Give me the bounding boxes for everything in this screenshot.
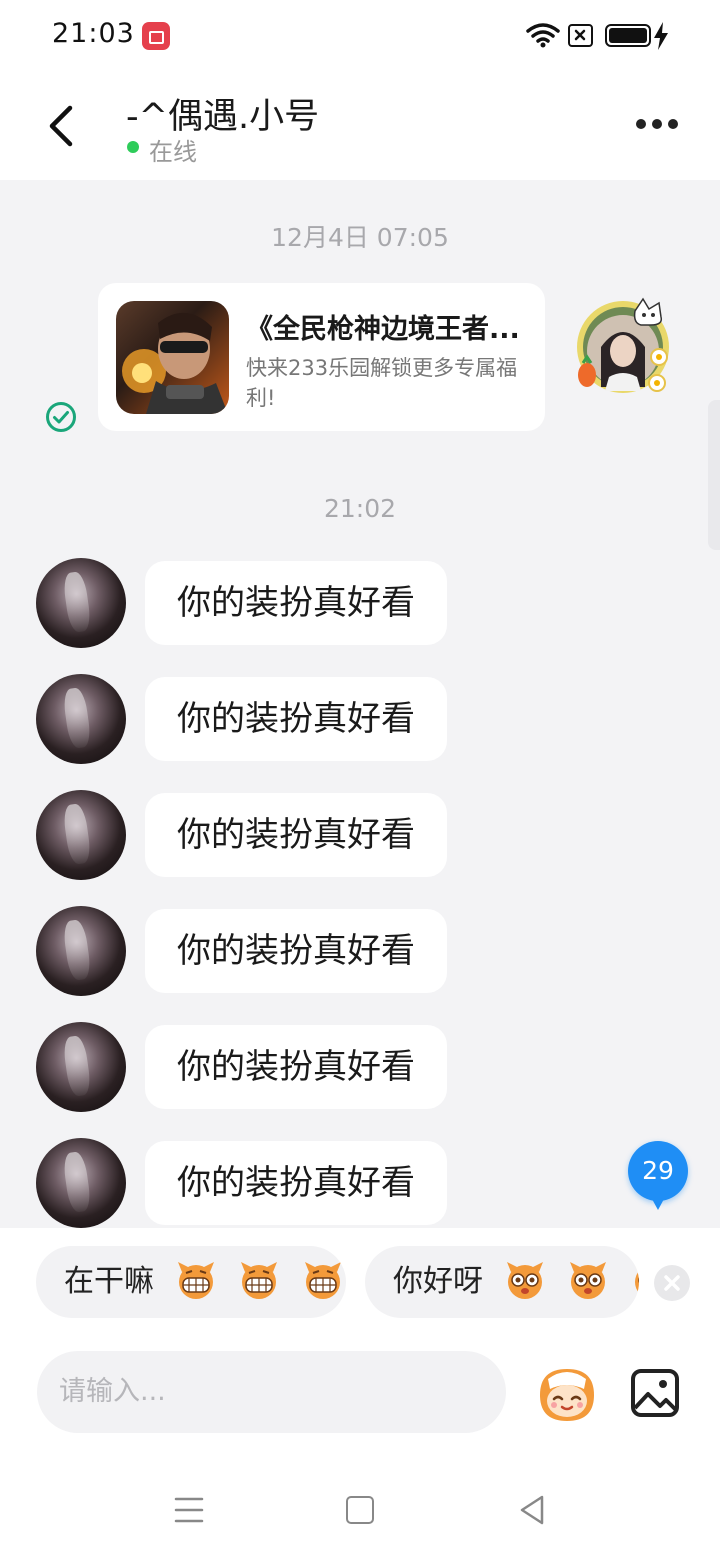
close-quick-replies-icon[interactable] bbox=[654, 1265, 690, 1301]
battery-icon bbox=[605, 24, 651, 47]
charging-icon bbox=[654, 22, 668, 50]
quick-reply-text: 你好呀 bbox=[393, 1264, 483, 1299]
wifi-icon bbox=[526, 23, 560, 48]
grin-emoji-icon bbox=[304, 1261, 341, 1299]
message-bubble[interactable]: 你的装扮真好看 bbox=[145, 793, 447, 877]
sticker-panel-icon[interactable] bbox=[534, 1365, 600, 1425]
more-options-icon[interactable] bbox=[634, 116, 680, 130]
menu-icon[interactable] bbox=[174, 1496, 204, 1524]
message-bubble[interactable]: 你的装扮真好看 bbox=[145, 677, 447, 761]
unread-count-badge[interactable]: 29 bbox=[628, 1141, 688, 1210]
timestamp: 12月4日 07:05 bbox=[271, 223, 449, 252]
online-status-dot bbox=[127, 141, 139, 153]
my-avatar[interactable] bbox=[571, 295, 675, 399]
contact-avatar[interactable] bbox=[36, 1138, 126, 1228]
game-card-title: 《全民枪神边境王者... bbox=[246, 314, 520, 345]
scroll-edge-handle bbox=[708, 400, 720, 550]
grin-emoji-icon bbox=[241, 1261, 278, 1299]
back-icon[interactable] bbox=[518, 1494, 546, 1526]
home-icon[interactable] bbox=[346, 1496, 374, 1524]
message-bubble[interactable]: 你的装扮真好看 bbox=[145, 1141, 447, 1225]
wide-eyed-emoji-icon bbox=[570, 1261, 607, 1299]
contact-avatar[interactable] bbox=[36, 790, 126, 880]
status-bar: 21:03 bbox=[0, 0, 720, 72]
screen-record-icon bbox=[142, 22, 170, 50]
timestamp: 21:02 bbox=[323, 494, 397, 523]
message-bubble[interactable]: 你的装扮真好看 bbox=[145, 561, 447, 645]
back-arrow-icon[interactable] bbox=[42, 104, 82, 148]
wide-eyed-emoji-icon bbox=[506, 1261, 543, 1299]
contact-avatar[interactable] bbox=[36, 1022, 126, 1112]
chat-header: -^偶遇.小号 在线 bbox=[0, 72, 720, 180]
grin-emoji-icon bbox=[177, 1261, 214, 1299]
image-picker-icon[interactable] bbox=[630, 1368, 680, 1418]
game-card-description: 快来233乐园解锁更多专属福利! bbox=[246, 356, 518, 410]
quick-reply-chip[interactable]: 你好呀 bbox=[365, 1246, 639, 1318]
status-time: 21:03 bbox=[52, 18, 135, 49]
game-share-card[interactable]: 《全民枪神边境王者... 快来233乐园解锁更多专属福利! bbox=[98, 283, 545, 431]
quick-reply-text: 在干嘛 bbox=[64, 1264, 154, 1299]
sim-off-icon bbox=[568, 24, 593, 47]
game-thumbnail bbox=[116, 301, 229, 414]
contact-avatar[interactable] bbox=[36, 674, 126, 764]
online-status-text: 在线 bbox=[149, 138, 197, 166]
contact-avatar[interactable] bbox=[36, 906, 126, 996]
message-bubble[interactable]: 你的装扮真好看 bbox=[145, 909, 447, 993]
quick-reply-chip[interactable]: 在干嘛 bbox=[36, 1246, 346, 1318]
wide-eyed-emoji-icon bbox=[633, 1261, 639, 1293]
sent-check-icon bbox=[46, 402, 76, 432]
message-input[interactable]: 请输入... bbox=[37, 1351, 506, 1433]
contact-avatar[interactable] bbox=[36, 558, 126, 648]
message-bubble[interactable]: 你的装扮真好看 bbox=[145, 1025, 447, 1109]
